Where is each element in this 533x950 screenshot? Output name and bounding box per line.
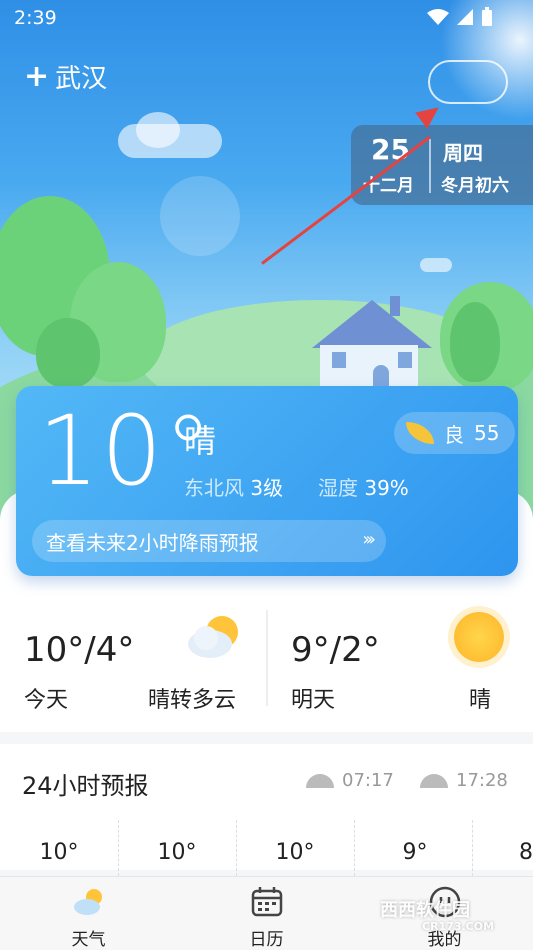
sunrise-info: 07:17	[306, 770, 394, 791]
add-city-button[interactable]: + 武汉	[24, 58, 107, 95]
today-label: 今天	[24, 688, 69, 713]
watermark-subtext: CR173.COM	[422, 920, 495, 933]
sun-halo	[160, 176, 240, 256]
date-day: 25	[371, 133, 410, 166]
section-separator	[0, 732, 533, 744]
tab-weather-label: 天气	[71, 930, 106, 950]
toggle-switch[interactable]	[428, 60, 508, 104]
wind-info: 东北风 3级	[184, 472, 283, 501]
sunset-icon	[420, 773, 448, 788]
wind-value: 3级	[250, 476, 284, 500]
hourly-forecast-row[interactable]: 10° 10° 10° 9° 8	[0, 820, 533, 876]
sunset-time: 17:28	[456, 770, 508, 791]
calendar-icon	[251, 887, 282, 917]
date-divider	[429, 139, 431, 193]
tree	[36, 318, 100, 388]
house-chimney	[390, 296, 400, 316]
hour-divider	[354, 820, 355, 876]
sunset-info: 17:28	[420, 770, 508, 791]
watermark-text: 西西软件园	[380, 900, 470, 921]
watermark-logo: 西西软件园 CR173.COM	[340, 896, 520, 940]
hour-temp: 9°	[402, 840, 428, 865]
cloud-shape	[136, 112, 180, 148]
current-weather-card[interactable]: 10° 晴 东北风 3级 湿度 39% 良 55 查看未来2小时降雨预报 ›››	[16, 386, 518, 576]
hour-temp: 10°	[275, 840, 315, 865]
wind-label: 东北风	[184, 476, 244, 500]
rain-forecast-link[interactable]: 查看未来2小时降雨预报 ›››	[32, 520, 386, 562]
forecast-24h-title: 24小时预报	[22, 772, 149, 800]
status-bar: 2:39	[0, 0, 533, 36]
aqi-value: 55	[474, 421, 500, 445]
tree	[450, 302, 500, 382]
rain-forecast-label: 查看未来2小时降雨预报	[46, 530, 259, 555]
humidity-label: 湿度	[318, 476, 358, 500]
hour-temp: 8	[519, 840, 533, 865]
leaf-icon	[406, 422, 434, 444]
date-card[interactable]: 25 十二月 周四 冬月初六	[351, 125, 533, 205]
tab-weather[interactable]: 天气	[0, 877, 177, 950]
plus-icon: +	[24, 58, 50, 94]
sunny-icon	[454, 612, 504, 662]
city-name: 武汉	[55, 64, 108, 94]
today-condition: 晴转多云	[148, 688, 237, 713]
house-window	[398, 352, 412, 368]
status-icons	[427, 7, 493, 27]
aqi-label: 良	[444, 422, 464, 447]
sunrise-icon	[306, 773, 334, 788]
signal-icon	[457, 9, 473, 25]
wifi-icon	[427, 9, 449, 25]
partly-cloudy-icon	[188, 616, 238, 658]
humidity-value: 39%	[364, 476, 409, 500]
weekday: 周四	[443, 141, 483, 165]
today-temp: 10°/4°	[24, 630, 135, 670]
humidity-info: 湿度 39%	[318, 472, 409, 501]
tomorrow-temp: 9°/2°	[291, 630, 380, 670]
lunar-day: 冬月初六	[441, 176, 509, 196]
chevron-right-icon: ›››	[362, 529, 375, 550]
tab-calendar[interactable]: 日历	[178, 877, 355, 950]
tomorrow-label: 明天	[291, 688, 336, 713]
status-time: 2:39	[14, 7, 57, 29]
hour-temp: 10°	[157, 840, 197, 865]
weather-icon	[73, 889, 102, 915]
cloud-shape	[420, 258, 452, 272]
hour-temp: 10°	[39, 840, 79, 865]
tomorrow-condition: 晴	[469, 688, 492, 713]
tab-calendar-label: 日历	[249, 930, 284, 950]
battery-icon	[482, 7, 492, 26]
house-roof	[312, 300, 432, 348]
aqi-badge[interactable]: 良 55	[394, 412, 516, 454]
current-condition: 晴	[184, 422, 217, 460]
house-window	[332, 352, 346, 368]
sunrise-time: 07:17	[342, 770, 394, 791]
